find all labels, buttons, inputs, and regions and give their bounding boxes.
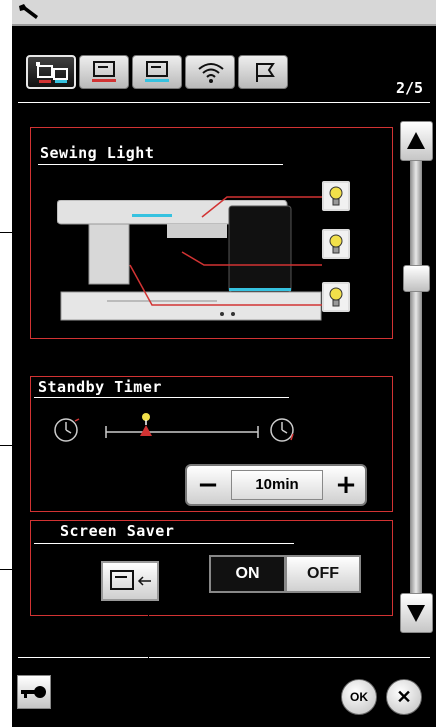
scrollbar-thumb[interactable] xyxy=(403,265,430,292)
scrollbar-track[interactable] xyxy=(410,122,422,597)
standby-timer-stepper: − 10min + xyxy=(185,464,367,506)
screen-saver-off-button[interactable]: OFF xyxy=(285,555,361,593)
screen-saver-icon xyxy=(110,570,151,590)
close-button[interactable]: ✕ xyxy=(386,679,422,715)
screen-saver-title: Screen Saver xyxy=(60,522,175,540)
slider-thumb[interactable] xyxy=(138,412,154,436)
ok-button[interactable]: OK xyxy=(341,679,377,715)
light-indicator-lines xyxy=(129,196,322,306)
screen-saver-underline xyxy=(34,543,294,544)
settings-panel: 2/5 Sewing Light Standby Timer − 10min +… xyxy=(12,0,436,727)
callout-line-screen-saver-preview xyxy=(148,601,149,727)
decrease-button[interactable]: − xyxy=(193,470,223,500)
arrow-down-icon xyxy=(407,605,425,622)
increase-button[interactable]: + xyxy=(331,470,361,500)
scroll-down-button[interactable] xyxy=(400,593,433,633)
arrow-up-icon xyxy=(407,132,425,149)
footer-divider xyxy=(18,657,430,658)
standby-timer-slider[interactable] xyxy=(48,410,328,450)
standby-timer-underline xyxy=(34,397,289,398)
key-icon xyxy=(21,686,46,698)
screen-saver-preview-button[interactable] xyxy=(101,561,159,601)
scroll-up-button[interactable] xyxy=(400,121,433,161)
standby-timer-title: Standby Timer xyxy=(38,378,162,396)
screen-saver-on-button[interactable]: ON xyxy=(209,555,285,593)
standby-timer-value: 10min xyxy=(231,470,323,500)
lock-key-button[interactable] xyxy=(17,675,51,709)
